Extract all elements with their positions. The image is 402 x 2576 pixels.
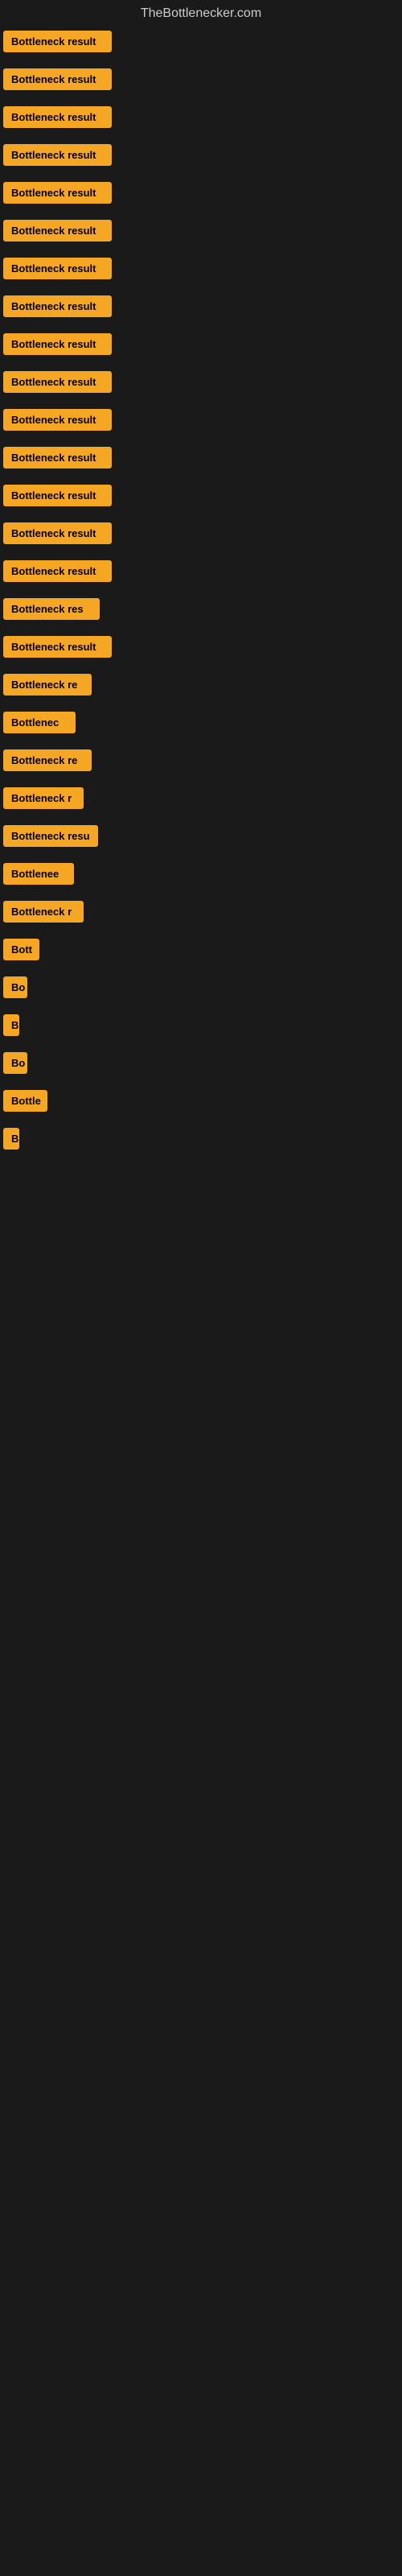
bottleneck-badge[interactable]: Bottleneck r bbox=[3, 787, 84, 809]
bottleneck-row: B bbox=[0, 1125, 402, 1153]
bottleneck-row: Bottleneck result bbox=[0, 481, 402, 510]
bottleneck-row: Bottleneck result bbox=[0, 633, 402, 661]
bottleneck-badge[interactable]: Bottleneck res bbox=[3, 598, 100, 620]
bottleneck-badge[interactable]: Bottleneck result bbox=[3, 68, 112, 90]
bottleneck-row: Bottleneck result bbox=[0, 254, 402, 283]
bottleneck-badge[interactable]: Bottleneck re bbox=[3, 674, 92, 696]
bottleneck-row: Bottleneck result bbox=[0, 444, 402, 472]
bottleneck-badge[interactable]: Bottleneck result bbox=[3, 485, 112, 506]
bottleneck-row: Bottleneck resu bbox=[0, 822, 402, 850]
bottleneck-badge[interactable]: Bottleneck result bbox=[3, 220, 112, 242]
bottleneck-badge[interactable]: Bottleneck result bbox=[3, 447, 112, 469]
bottleneck-row: Bottleneck result bbox=[0, 103, 402, 131]
bottleneck-badge[interactable]: Bottleneck result bbox=[3, 560, 112, 582]
bottleneck-badge[interactable]: Bottleneck result bbox=[3, 371, 112, 393]
bottleneck-badge[interactable]: Bottleneck resu bbox=[3, 825, 98, 847]
bottleneck-row: Bo bbox=[0, 973, 402, 1001]
bottleneck-badge[interactable]: Bottleneck result bbox=[3, 144, 112, 166]
bottleneck-row: Bottleneck result bbox=[0, 292, 402, 320]
bottleneck-badge[interactable]: Bo bbox=[3, 1052, 27, 1074]
bottleneck-row: Bott bbox=[0, 935, 402, 964]
bottleneck-row: Bottleneck result bbox=[0, 330, 402, 358]
site-title: TheBottlenecker.com bbox=[0, 0, 402, 27]
bottleneck-row: Bottleneck re bbox=[0, 746, 402, 774]
bottleneck-row: Bottleneck result bbox=[0, 179, 402, 207]
bottleneck-row: Bottlenee bbox=[0, 860, 402, 888]
bottleneck-row: Bottleneck result bbox=[0, 141, 402, 169]
bottleneck-row: B bbox=[0, 1011, 402, 1039]
bottleneck-badge[interactable]: Bottlenee bbox=[3, 863, 74, 885]
bottleneck-row: Bottleneck res bbox=[0, 595, 402, 623]
bottleneck-row: Bottleneck r bbox=[0, 898, 402, 926]
bottleneck-row: Bottleneck r bbox=[0, 784, 402, 812]
bottleneck-badge[interactable]: Bottleneck result bbox=[3, 258, 112, 279]
bottleneck-row: Bottleneck result bbox=[0, 406, 402, 434]
bottleneck-row: Bo bbox=[0, 1049, 402, 1077]
bottleneck-badge[interactable]: Bottlenec bbox=[3, 712, 76, 733]
bottleneck-row: Bottleneck re bbox=[0, 671, 402, 699]
bottleneck-badge[interactable]: B bbox=[3, 1014, 19, 1036]
bottleneck-row: Bottleneck result bbox=[0, 368, 402, 396]
bottleneck-badge[interactable]: Bottleneck result bbox=[3, 182, 112, 204]
bottleneck-row: Bottleneck result bbox=[0, 27, 402, 56]
bottleneck-badge[interactable]: Bottleneck r bbox=[3, 901, 84, 923]
bottleneck-badge[interactable]: Bottleneck re bbox=[3, 749, 92, 771]
bottleneck-badge[interactable]: Bo bbox=[3, 976, 27, 998]
bottleneck-row: Bottle bbox=[0, 1087, 402, 1115]
bottleneck-badge[interactable]: Bottleneck result bbox=[3, 31, 112, 52]
bottleneck-row: Bottlenec bbox=[0, 708, 402, 737]
bottleneck-badge[interactable]: Bottleneck result bbox=[3, 409, 112, 431]
bottleneck-badge[interactable]: Bott bbox=[3, 939, 39, 960]
bottleneck-badge[interactable]: Bottleneck result bbox=[3, 106, 112, 128]
bottleneck-badge[interactable]: Bottleneck result bbox=[3, 333, 112, 355]
bottleneck-badge[interactable]: Bottleneck result bbox=[3, 636, 112, 658]
bottleneck-row: Bottleneck result bbox=[0, 519, 402, 547]
bottleneck-row: Bottleneck result bbox=[0, 65, 402, 93]
bottleneck-badge[interactable]: Bottle bbox=[3, 1090, 47, 1112]
bottleneck-badge[interactable]: B bbox=[3, 1128, 19, 1150]
bottleneck-row: Bottleneck result bbox=[0, 557, 402, 585]
bottleneck-badge[interactable]: Bottleneck result bbox=[3, 522, 112, 544]
bottleneck-badge[interactable]: Bottleneck result bbox=[3, 295, 112, 317]
bottleneck-row: Bottleneck result bbox=[0, 217, 402, 245]
